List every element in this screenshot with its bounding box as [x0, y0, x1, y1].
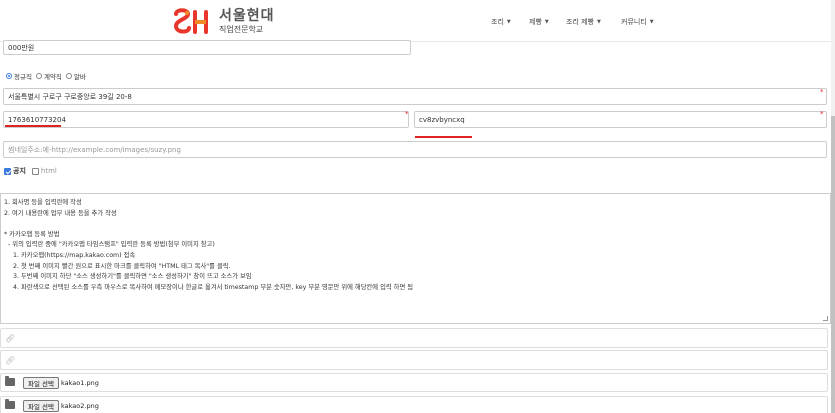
content-line: 3. 두번째 이미지 하단 "소스 생성하기"를 클릭하면 "소스 생성하기" … — [13, 273, 252, 281]
top-navbar: 서울현대 직업전문학교 조리 ▼ 제빵 ▼ 조리 제빵 ▼ 커뮤니티 ▼ — [0, 0, 835, 42]
content-line: 1. 카카오맵(https://map.kakao.com) 접속 — [13, 251, 136, 259]
content-line — [4, 219, 827, 230]
page-scrollbar[interactable] — [831, 0, 835, 413]
link-icon: 🔗︎ — [5, 356, 16, 365]
caret-down-icon: ▼ — [649, 19, 654, 25]
html-label: html — [40, 167, 57, 175]
content-textarea[interactable]: 1. 회사명 등을 입력란에 작성 2. 여기 내용란에 업무 내용 등을 추가… — [0, 193, 831, 324]
radio-parttime-label: 알바 — [73, 73, 86, 81]
kakao-timestamp-value: 1763610773204 — [8, 115, 66, 124]
radio-contract[interactable] — [35, 73, 42, 79]
caret-down-icon: ▼ — [506, 19, 511, 25]
highlight-underline — [5, 125, 61, 127]
caret-down-icon: ▼ — [597, 19, 601, 25]
address-value: 서울특별시 구로구 구로중앙로 39길 20-8 — [8, 92, 132, 101]
file-upload-1: 파일 선택 kakao1.png — [0, 373, 828, 392]
notice-checkbox[interactable] — [4, 167, 11, 175]
content-line: * 카카오맵 등록 방법 — [4, 230, 60, 238]
link-input-2[interactable]: 🔗︎ — [0, 350, 828, 370]
highlight-underline — [415, 136, 472, 138]
required-asterisk: * — [820, 110, 824, 118]
file-name: kakao1.png — [61, 379, 99, 387]
radio-contract-label: 계약직 — [43, 73, 62, 81]
radio-fulltime[interactable] — [6, 73, 12, 79]
file-name: kakao2.png — [61, 402, 99, 410]
required-asterisk: * — [405, 110, 409, 118]
kakao-key-input[interactable]: cv8zvbyncxq — [414, 111, 827, 128]
nav-item-label: 조리 — [491, 18, 504, 26]
file-select-button[interactable]: 파일 선택 — [23, 400, 59, 412]
employment-type-group: 정규직 계약직 알바 — [6, 71, 90, 81]
folder-icon — [5, 399, 15, 409]
nav-item-label: 조리 제빵 — [566, 18, 594, 26]
salary-value: 000만원 — [8, 44, 35, 52]
address-input[interactable]: 서울특별시 구로구 구로중앙로 39길 20-8 — [3, 88, 827, 105]
salary-input[interactable]: 000만원 — [3, 40, 411, 55]
nav-item-cooking[interactable]: 조리 ▼ — [491, 17, 511, 27]
radio-fulltime-label: 정규직 — [14, 73, 32, 81]
thumbnail-placeholder: 썸네일주소:예-http://example.com/images/suzy.p… — [8, 145, 181, 154]
link-input-1[interactable]: 🔗︎ — [0, 328, 828, 348]
content-line: 2. 여기 내용란에 업무 내용 등을 추가 작성 — [4, 209, 117, 217]
nav-item-label: 커뮤니티 — [621, 18, 647, 26]
link-icon: 🔗︎ — [5, 334, 16, 343]
folder-icon — [5, 376, 15, 386]
options-group: 공지 html — [4, 166, 63, 176]
nav-item-label: 제빵 — [529, 18, 542, 26]
content-line: - 위의 입력란 중에 "카카오맵 타임스탬프" 입력란 등록 방법(첨부 이미… — [8, 241, 215, 249]
content-line: 2. 첫 번째 이미지 빨간 원으로 표시한 마크를 클릭하여 "HTML 태그… — [13, 262, 231, 270]
nav-item-community[interactable]: 커뮤니티 ▼ — [621, 17, 654, 27]
html-checkbox[interactable] — [31, 167, 39, 175]
content-line: 1. 회사명 등을 입력란에 작성 — [4, 199, 82, 206]
file-upload-2: 파일 선택 kakao2.png — [0, 396, 828, 413]
nav-item-cooking-bakery[interactable]: 조리 제빵 ▼ — [566, 17, 601, 27]
kakao-timestamp-input[interactable]: 1763610773204 — [3, 111, 409, 128]
required-asterisk: * — [820, 88, 824, 96]
content-line: 4. 파란색으로 선택된 소스를 우측 마우스로 복사하여 메모장이나 한글로 … — [13, 283, 414, 291]
kakao-key-value: cv8zvbyncxq — [419, 115, 465, 124]
main-nav: 조리 ▼ 제빵 ▼ 조리 제빵 ▼ 커뮤니티 ▼ — [0, 17, 835, 29]
caret-down-icon: ▼ — [544, 19, 549, 25]
scrollbar-thumb[interactable] — [831, 116, 835, 413]
radio-parttime[interactable] — [65, 73, 72, 79]
resize-handle-icon[interactable] — [823, 316, 828, 321]
file-select-button[interactable]: 파일 선택 — [23, 377, 59, 389]
notice-label: 공지 — [13, 167, 26, 175]
thumbnail-url-input[interactable]: 썸네일주소:예-http://example.com/images/suzy.p… — [3, 141, 827, 158]
nav-item-bakery[interactable]: 제빵 ▼ — [529, 17, 549, 27]
